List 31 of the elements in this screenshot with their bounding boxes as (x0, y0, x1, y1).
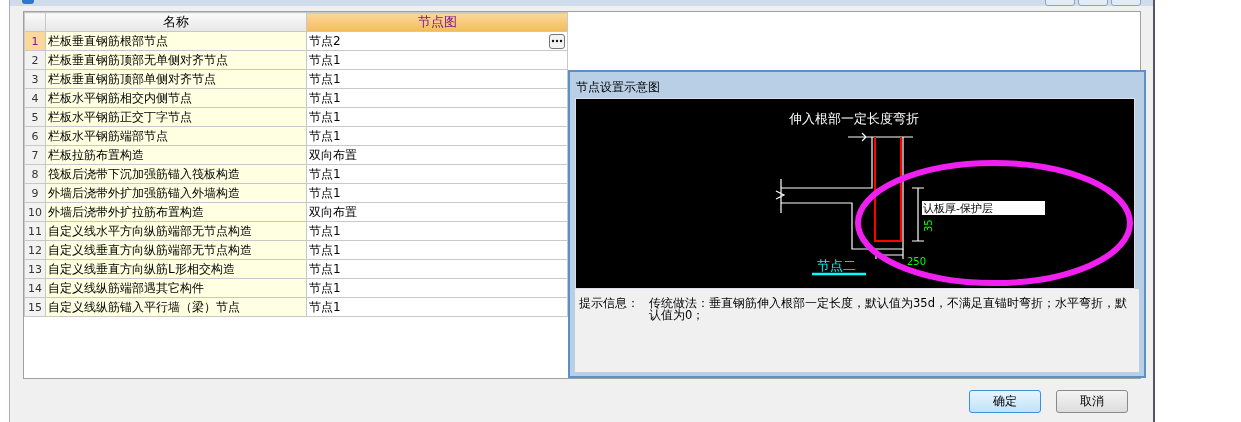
callout-label: 认板厚-保护层 (922, 201, 1045, 215)
diagram-title: 伸入根部一定长度弯折 (789, 111, 919, 126)
cell-value: 节点1 (309, 51, 341, 69)
header-corner (24, 12, 46, 32)
cell-value: 节点1 (309, 298, 341, 316)
more-button[interactable] (549, 33, 565, 49)
dimension-label: 35 (923, 219, 934, 232)
cell-value: 节点1 (309, 127, 341, 145)
cell-value: 节点1 (309, 241, 341, 259)
hint-label: 提示信息： (579, 297, 639, 312)
node-label: 节点二 (817, 258, 856, 273)
ok-button[interactable]: 确定 (969, 390, 1041, 413)
column-header[interactable]: 节点图 (306, 12, 568, 32)
underline (812, 272, 866, 276)
cell-value: 节点1 (309, 279, 341, 297)
cell-value: 节点1 (309, 260, 341, 278)
cell-value: 节点2 (309, 32, 341, 50)
column-header[interactable]: 名称 (45, 12, 307, 32)
panel-title: 节点设置示意图 (575, 79, 661, 96)
cell-value: 双向布置 (309, 203, 357, 221)
dimension-label: 250 (907, 256, 927, 267)
cancel-button[interactable]: 取消 (1056, 390, 1128, 413)
cell-value: 节点1 (309, 165, 341, 183)
cell-value: 节点1 (309, 89, 341, 107)
cell-value: 节点1 (309, 184, 341, 202)
cell-value: 双向布置 (309, 146, 357, 164)
cell-value: 节点1 (309, 108, 341, 126)
cell-value: 节点1 (309, 70, 341, 88)
cell-value: 节点1 (309, 222, 341, 240)
hint-text: 传统做法：垂直钢筋伸入根部一定长度，默认值为35d，不满足直锚时弯折；水平弯折，默认值为0； (649, 297, 1128, 324)
ellipsis-icon (551, 39, 563, 43)
